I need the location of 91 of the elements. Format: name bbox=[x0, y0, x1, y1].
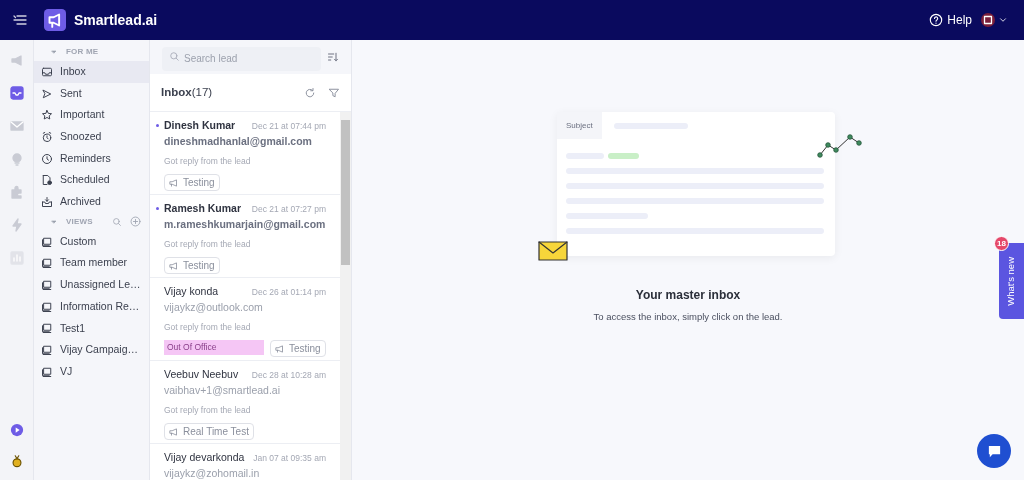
sidebar-item[interactable]: Inbox bbox=[34, 61, 149, 83]
search-icon bbox=[169, 51, 180, 62]
lead-email: dineshmadhanlal@gmail.com bbox=[164, 133, 313, 149]
placeholder-tag bbox=[608, 153, 639, 159]
filter-icon[interactable] bbox=[328, 86, 340, 99]
megaphone-icon bbox=[169, 260, 179, 271]
inbox-title: Inbox(17) bbox=[161, 84, 214, 100]
logo-icon bbox=[44, 9, 66, 31]
search-field[interactable]: Search lead bbox=[162, 46, 321, 71]
alarm-clock-icon bbox=[41, 130, 53, 143]
notification-badge: 18 bbox=[994, 236, 1009, 251]
view-icon bbox=[41, 344, 53, 357]
category-tag: Out Of Office bbox=[164, 340, 264, 356]
view-icon bbox=[41, 257, 53, 270]
empty-state-subtitle: To access the inbox, simply click on the lead. bbox=[593, 310, 783, 324]
campaign-tag: Testing bbox=[270, 340, 326, 358]
medal-icon[interactable] bbox=[9, 454, 24, 468]
sidebar-item[interactable]: Information Re… bbox=[34, 295, 149, 318]
empty-state-title: Your master inbox bbox=[635, 287, 741, 304]
search-icon[interactable] bbox=[112, 216, 122, 227]
megaphone-icon bbox=[169, 426, 179, 437]
trend-line-drawing bbox=[817, 134, 865, 158]
caret-icon bbox=[998, 15, 1008, 25]
star-icon bbox=[41, 109, 53, 122]
help-icon bbox=[929, 13, 944, 27]
sidebar-item[interactable]: Team member bbox=[34, 252, 149, 275]
lead-name: Ramesh Kumar bbox=[164, 201, 243, 216]
section-heading: VIEWS bbox=[66, 215, 94, 228]
envelope-icon bbox=[538, 241, 568, 261]
sidebar-item[interactable]: Custom bbox=[34, 230, 149, 253]
campaign-tag: Real Time Test bbox=[164, 423, 254, 441]
sidebar-item[interactable]: Sent bbox=[34, 82, 149, 105]
refresh-icon[interactable] bbox=[304, 86, 316, 99]
caret-icon[interactable] bbox=[50, 48, 58, 56]
sidebar-item[interactable]: Snoozed bbox=[34, 126, 149, 148]
inbox-icon bbox=[41, 65, 53, 78]
lead-email: vijaykz@zohomail.in bbox=[164, 465, 261, 480]
lead-date: Dec 21 at 07:27 pm bbox=[251, 202, 326, 216]
view-icon bbox=[41, 365, 53, 378]
lead-snippet: Got reply from the lead bbox=[164, 320, 252, 334]
lead-date: Jan 07 at 09:35 am bbox=[253, 451, 326, 465]
view-icon bbox=[41, 300, 53, 313]
megaphone-icon bbox=[275, 343, 285, 354]
lead-name: Vijay devarkonda bbox=[164, 450, 246, 465]
lead-email: vijaykz@outlook.com bbox=[164, 299, 264, 315]
scrollbar[interactable] bbox=[340, 112, 351, 480]
sidebar-item[interactable]: Archived bbox=[34, 191, 149, 213]
subject-label: Subject bbox=[557, 112, 602, 139]
sidebar-item[interactable]: Test1 bbox=[34, 317, 149, 340]
lead-email: vaibhav+1@smartlead.ai bbox=[164, 382, 281, 398]
view-icon bbox=[41, 235, 53, 248]
campaign-tag: Testing bbox=[164, 257, 220, 275]
sidebar-item[interactable]: Scheduled bbox=[34, 169, 149, 192]
lead-date: Dec 21 at 07:44 pm bbox=[251, 119, 326, 133]
account-menu-button[interactable] bbox=[980, 12, 1008, 28]
lead-name: Veebuv Neebuv bbox=[164, 367, 240, 382]
sidebar-item[interactable]: VJ bbox=[34, 360, 149, 383]
play-icon[interactable] bbox=[9, 423, 24, 437]
archive-icon bbox=[41, 195, 53, 208]
lead-snippet: Got reply from the lead bbox=[164, 403, 252, 417]
megaphone-icon bbox=[169, 177, 179, 188]
scheduled-icon bbox=[41, 174, 53, 187]
view-icon bbox=[41, 322, 53, 335]
lead-snippet: Got reply from the lead bbox=[164, 154, 252, 168]
add-icon[interactable] bbox=[130, 216, 141, 228]
chat-button[interactable] bbox=[977, 434, 1011, 468]
lead-name: Vijay konda bbox=[164, 284, 220, 299]
sort-icon[interactable] bbox=[327, 51, 339, 63]
sidebar-item[interactable]: Vijay Campaig… bbox=[34, 339, 149, 361]
caret-icon[interactable] bbox=[50, 217, 58, 226]
brand-name: Smartlead.ai bbox=[74, 10, 158, 30]
lead-date: Dec 28 at 10:28 am bbox=[251, 368, 326, 382]
avatar-icon bbox=[980, 12, 996, 28]
help-button[interactable]: Help bbox=[929, 11, 972, 29]
lead-name: Dinesh Kumar bbox=[164, 118, 237, 133]
lead-email: m.rameshkumarjain@gmail.com bbox=[164, 216, 326, 232]
clock-icon bbox=[41, 152, 53, 165]
send-icon bbox=[41, 87, 53, 100]
campaign-tag: Testing bbox=[164, 174, 220, 192]
lead-date: Dec 26 at 01:14 pm bbox=[251, 285, 326, 299]
mail-icon[interactable] bbox=[8, 118, 25, 134]
sidebar-item[interactable]: Reminders bbox=[34, 147, 149, 170]
lead-snippet: Got reply from the lead bbox=[164, 237, 252, 251]
sidebar-item[interactable]: Important bbox=[34, 104, 149, 127]
chat-icon bbox=[986, 443, 1002, 459]
section-heading: FOR ME bbox=[66, 46, 100, 58]
menu-icon[interactable] bbox=[12, 12, 28, 28]
sidebar-item[interactable]: Unassigned Le… bbox=[34, 274, 149, 296]
view-icon bbox=[41, 279, 53, 292]
puzzle-icon[interactable] bbox=[8, 184, 25, 200]
inbox-icon[interactable] bbox=[8, 85, 25, 101]
